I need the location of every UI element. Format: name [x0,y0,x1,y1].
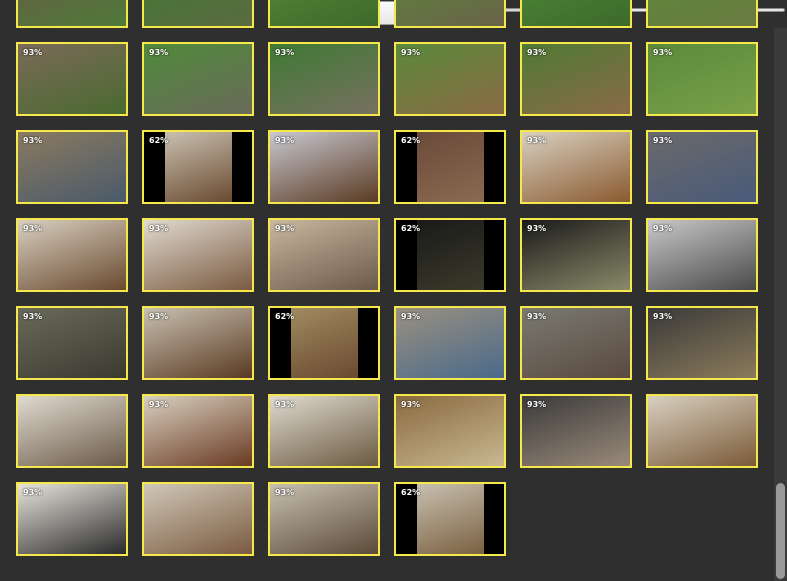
thumbnail-image [144,484,252,554]
scrollbar-thumb[interactable] [776,483,785,579]
match-percentage-badge: 93% [527,312,547,321]
thumbnail[interactable]: 93% [142,394,254,468]
match-percentage-badge: 62% [401,136,421,145]
match-percentage-badge: 62% [149,136,169,145]
thumbnail[interactable] [646,394,758,468]
thumbnail[interactable]: 93% [394,394,506,468]
thumbnail-image [648,396,756,466]
thumbnail-image [144,0,252,26]
thumbnail[interactable]: 93% [16,42,128,116]
match-percentage-badge: 93% [653,224,673,233]
thumbnail-image [18,396,126,466]
thumbnail[interactable] [394,0,506,28]
thumbnail[interactable]: 93% [646,130,758,204]
match-percentage-badge: 93% [653,48,673,57]
thumbnail[interactable]: 93% [268,42,380,116]
thumbnail[interactable]: 93% [268,394,380,468]
match-percentage-badge: 93% [23,312,43,321]
match-percentage-badge: 93% [275,400,295,409]
thumbnail[interactable]: 93% [520,218,632,292]
match-percentage-badge: 93% [23,48,43,57]
thumbnail[interactable] [16,394,128,468]
thumbnail[interactable]: 93% [394,306,506,380]
thumbnail[interactable]: 93% [268,482,380,556]
match-percentage-badge: 93% [527,48,547,57]
thumbnail[interactable]: 93% [520,130,632,204]
thumbnail-image [522,0,630,26]
thumbnail-image [291,308,358,378]
match-percentage-badge: 93% [23,136,43,145]
thumbnail-image [417,132,484,202]
match-percentage-badge: 93% [527,400,547,409]
thumbnail[interactable]: 93% [394,42,506,116]
thumbnail[interactable]: 93% [520,394,632,468]
thumbnail[interactable] [646,0,758,28]
thumbnail[interactable]: 93% [646,42,758,116]
thumbnail[interactable]: 93% [16,306,128,380]
match-percentage-badge: 93% [527,136,547,145]
thumbnail[interactable]: 62% [394,218,506,292]
thumbnail-image [648,0,756,26]
thumbnail[interactable]: 93% [142,218,254,292]
match-percentage-badge: 93% [275,224,295,233]
thumbnail[interactable]: 93% [16,130,128,204]
thumbnail[interactable]: 93% [268,218,380,292]
match-percentage-badge: 93% [149,312,169,321]
thumbnail-image [270,0,378,26]
thumbnail[interactable]: 62% [268,306,380,380]
thumbnail[interactable] [142,0,254,28]
vertical-scrollbar[interactable] [774,28,787,581]
match-percentage-badge: 62% [401,488,421,497]
thumbnail[interactable] [520,0,632,28]
match-percentage-badge: 93% [401,400,421,409]
match-percentage-badge: 62% [401,224,421,233]
match-percentage-badge: 93% [653,312,673,321]
thumbnail[interactable]: 62% [394,130,506,204]
thumbnail[interactable]: 93% [520,306,632,380]
thumbnail[interactable]: 93% [520,42,632,116]
thumbnail[interactable]: 93% [142,42,254,116]
thumbnail[interactable]: 62% [142,130,254,204]
thumbnail-image [165,132,232,202]
match-percentage-badge: 93% [23,488,43,497]
thumbnail[interactable]: 93% [16,218,128,292]
thumbnail[interactable] [268,0,380,28]
thumbnail-image [417,220,484,290]
match-percentage-badge: 93% [149,48,169,57]
match-percentage-badge: 93% [401,48,421,57]
thumbnail[interactable]: 93% [268,130,380,204]
thumbnail[interactable] [142,482,254,556]
match-percentage-badge: 93% [275,488,295,497]
thumbnail[interactable]: 93% [142,306,254,380]
match-percentage-badge: 93% [23,224,43,233]
match-percentage-badge: 93% [275,48,295,57]
match-percentage-badge: 93% [653,136,673,145]
thumbnail-image [417,484,484,554]
match-percentage-badge: 93% [275,136,295,145]
match-percentage-badge: 62% [275,312,295,321]
thumbnail-grid: 93% 93% 93% 93% 93% 93% 93% 62% 93% 62% 93% 93% 93% 9… [0,0,772,581]
thumbnail[interactable]: 93% [646,218,758,292]
thumbnail-image [396,0,504,26]
thumbnail[interactable]: 62% [394,482,506,556]
match-percentage-badge: 93% [149,400,169,409]
thumbnail-image [18,0,126,26]
match-percentage-badge: 93% [527,224,547,233]
thumbnail[interactable]: 93% [646,306,758,380]
match-percentage-badge: 93% [149,224,169,233]
thumbnail[interactable]: 93% [16,482,128,556]
match-percentage-badge: 93% [401,312,421,321]
thumbnail[interactable] [16,0,128,28]
